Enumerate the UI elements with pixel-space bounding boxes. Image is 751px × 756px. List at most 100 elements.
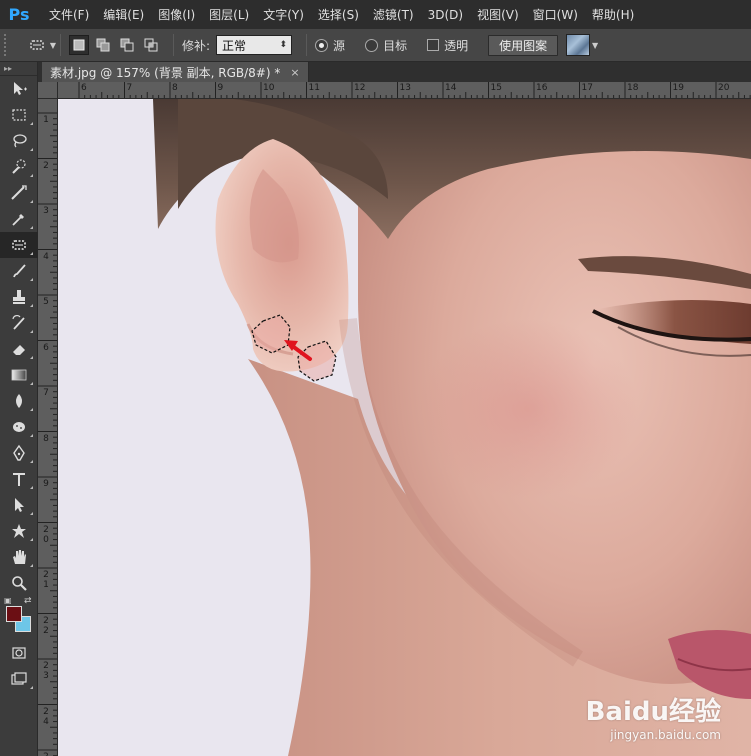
- document-tab[interactable]: 素材.jpg @ 157% (背景 副本, RGB/8#) * ×: [42, 62, 309, 82]
- target-option[interactable]: 目标: [365, 37, 413, 54]
- patch-mode-value: 正常: [222, 38, 247, 53]
- ruler-label: 20: [718, 83, 730, 93]
- path-selection-icon: [15, 498, 24, 512]
- horizontal-ruler[interactable]: 6 7 8 9 10 11 12 13 14 15 16 17 18 19 20: [58, 82, 751, 99]
- ruler-label: 6: [43, 342, 49, 353]
- quick-mask-button[interactable]: [0, 640, 38, 666]
- toolbox-collapse-icon[interactable]: ▸▸: [0, 62, 37, 76]
- path-selection-tool[interactable]: [0, 492, 38, 518]
- ruler-label: 10: [263, 83, 275, 93]
- hand-tool[interactable]: [0, 544, 38, 570]
- ruler-label: 24: [43, 706, 49, 727]
- ruler-label: 5: [43, 297, 49, 307]
- separator: [60, 34, 61, 56]
- menu-image[interactable]: 图像(I): [151, 6, 202, 23]
- move-tool[interactable]: [0, 76, 38, 102]
- source-label: 源: [333, 38, 346, 53]
- add-to-selection-button[interactable]: [93, 35, 113, 55]
- clone-stamp-tool[interactable]: [0, 284, 38, 310]
- custom-shape-tool[interactable]: [0, 518, 38, 544]
- close-icon[interactable]: ×: [290, 66, 299, 79]
- flyout-indicator: [30, 538, 33, 541]
- patch-label: 修补:: [182, 38, 211, 53]
- menu-window[interactable]: 窗口(W): [526, 6, 585, 23]
- gradient-tool[interactable]: [0, 362, 38, 388]
- target-radio[interactable]: [365, 38, 379, 52]
- eraser-tool[interactable]: [0, 336, 38, 362]
- document-tab-bar: 素材.jpg @ 157% (背景 副本, RGB/8#) * ×: [38, 62, 751, 82]
- menu-file[interactable]: 文件(F): [42, 6, 96, 23]
- subtract-from-selection-button[interactable]: [117, 35, 137, 55]
- history-brush-tool[interactable]: [0, 310, 38, 336]
- patch-tool-icon: [30, 40, 44, 50]
- photoshop-logo: Ps: [8, 5, 30, 24]
- pen-icon: [13, 444, 25, 461]
- document-canvas[interactable]: Baidu经验 jingyan.baidu.com: [58, 99, 751, 756]
- intersect-selection-button[interactable]: [141, 35, 161, 55]
- menu-3d[interactable]: 3D(D): [421, 8, 470, 22]
- quick-selection-tool[interactable]: [0, 154, 38, 180]
- sponge-tool[interactable]: [0, 414, 38, 440]
- cheek-blush: [418, 319, 638, 499]
- pen-tool[interactable]: [0, 440, 38, 466]
- portrait-image: [58, 99, 751, 756]
- foreground-color-swatch[interactable]: [6, 606, 22, 622]
- flyout-indicator: [30, 686, 33, 689]
- marquee-tool[interactable]: [0, 102, 38, 128]
- new-selection-icon: [73, 39, 85, 51]
- patch-icon: [12, 240, 26, 250]
- pattern-dropdown-icon[interactable]: ▼: [590, 34, 600, 56]
- source-radio[interactable]: [315, 38, 329, 52]
- crop-icon: [11, 185, 27, 200]
- ruler-label: 8: [172, 83, 178, 93]
- separator: [173, 34, 174, 56]
- new-selection-button[interactable]: [69, 35, 89, 55]
- flyout-indicator: [30, 304, 33, 307]
- vertical-ruler[interactable]: 123456789202122232425: [38, 99, 58, 756]
- source-option[interactable]: 源: [315, 37, 351, 54]
- brush-icon: [13, 264, 26, 278]
- subtract-selection-icon: [120, 38, 134, 52]
- ruler-label: 9: [217, 83, 224, 93]
- menu-edit[interactable]: 编辑(E): [96, 6, 151, 23]
- baidu-watermark: Baidu经验 jingyan.baidu.com: [586, 691, 721, 742]
- tool-preset-picker[interactable]: ▼: [22, 33, 56, 57]
- zoom-icon: [12, 576, 27, 591]
- patch-mode-select[interactable]: 正常 ⬍: [216, 35, 293, 55]
- pattern-swatch[interactable]: [566, 34, 591, 56]
- transparent-label: 透明: [444, 38, 469, 53]
- blur-tool[interactable]: [0, 388, 38, 414]
- add-selection-icon: [96, 38, 110, 52]
- screen-mode-button[interactable]: [0, 666, 38, 692]
- transparent-option[interactable]: 透明: [427, 37, 474, 54]
- menu-filter[interactable]: 滤镜(T): [366, 6, 421, 23]
- menu-view[interactable]: 视图(V): [470, 6, 526, 23]
- menu-select[interactable]: 选择(S): [311, 6, 366, 23]
- stamp-icon: [13, 290, 25, 304]
- quick-mask-icon: [12, 647, 26, 659]
- transparent-checkbox[interactable]: [427, 39, 440, 51]
- ruler-origin[interactable]: [38, 82, 58, 99]
- select-arrows-icon: ⬍: [279, 40, 288, 50]
- quick-selection-icon: [12, 159, 26, 174]
- flyout-indicator: [30, 122, 33, 125]
- menu-layer[interactable]: 图层(L): [202, 6, 256, 23]
- brush-tool[interactable]: [0, 258, 38, 284]
- patch-tool[interactable]: [0, 232, 38, 258]
- ruler-label: 16: [536, 83, 548, 93]
- options-bar-grip[interactable]: [4, 34, 12, 56]
- use-pattern-button[interactable]: 使用图案: [488, 34, 559, 56]
- crop-tool[interactable]: [0, 180, 38, 206]
- lasso-tool[interactable]: [0, 128, 38, 154]
- menu-type[interactable]: 文字(Y): [256, 6, 311, 23]
- type-tool[interactable]: [0, 466, 38, 492]
- menu-help[interactable]: 帮助(H): [585, 6, 641, 23]
- chevron-down-icon: ▼: [49, 40, 56, 50]
- ruler-label: 8: [43, 433, 49, 444]
- swap-colors-icon[interactable]: ⇄: [24, 596, 32, 606]
- eyedropper-icon: [12, 214, 24, 226]
- zoom-tool[interactable]: [0, 570, 38, 596]
- eyedropper-tool[interactable]: [0, 206, 38, 232]
- default-colors-icon[interactable]: ▣: [4, 596, 12, 605]
- ruler-label: 9: [43, 479, 49, 489]
